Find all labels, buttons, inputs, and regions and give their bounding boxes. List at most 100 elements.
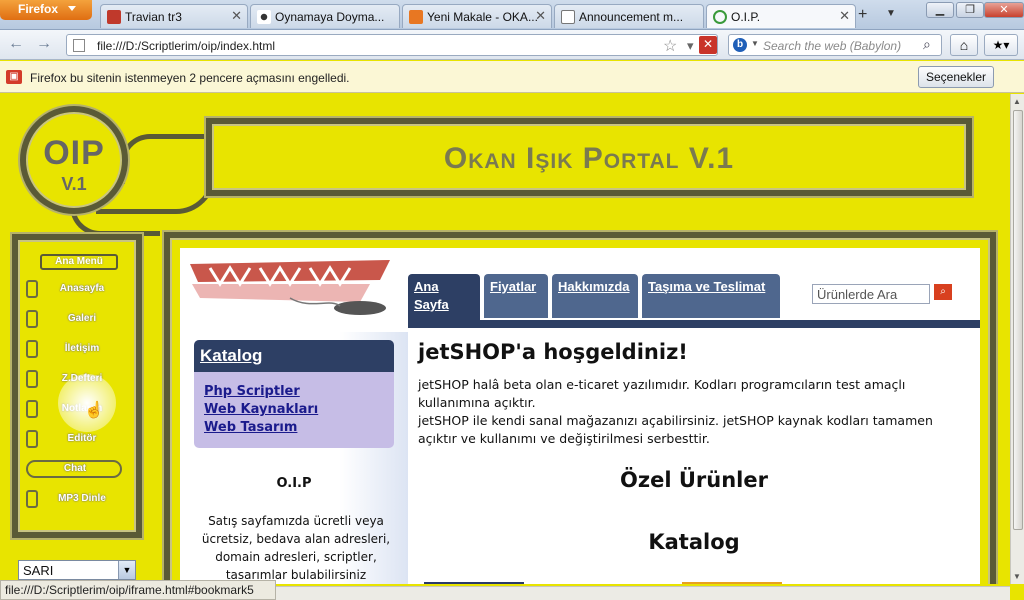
logo-version: V.1 — [61, 174, 87, 194]
site-logo[interactable]: OIP V.1 — [20, 106, 128, 214]
product-thumbnail[interactable] — [682, 582, 782, 584]
horizontal-scrollbar[interactable] — [276, 586, 1010, 600]
tab-strip: Firefox Travian tr3 ✕ Oynamaya Doyma... … — [0, 0, 1024, 30]
chevron-down-icon[interactable]: ▼ — [751, 39, 759, 48]
close-icon[interactable]: ✕ — [535, 8, 546, 24]
url-text[interactable]: file:///D:/Scriptlerim/oip/index.html — [97, 39, 275, 53]
tab-yeni-makale[interactable]: Yeni Makale - OKA... ✕ — [402, 4, 552, 28]
maximize-button[interactable]: ❐ — [956, 2, 984, 18]
shop-iframe: Ana Sayfa Fiyatlar Hakkımızda Taşıma ve … — [180, 248, 980, 584]
theme-select-value: SARI — [23, 563, 54, 578]
shop-tab-fiyatlar[interactable]: Fiyatlar — [484, 274, 548, 318]
intro-paragraph-1: jetSHOP halâ beta olan e-ticaret yazılım… — [418, 377, 906, 410]
sidebar-description: Satış sayfamızda ücretli veya ücretsiz, … — [201, 514, 391, 582]
forward-arrow-icon[interactable]: → — [36, 35, 52, 53]
catalog-link-php[interactable]: Php Scriptler — [204, 384, 300, 399]
shop-tab-label: Fiyatlar — [490, 279, 537, 294]
catalog-box: Katalog Php Scriptler Web Kaynakları Web… — [194, 340, 394, 448]
notification-text: Firefox bu sitenin istenmeyen 2 pencere … — [30, 71, 350, 85]
tab-title: Yeni Makale - OKA... — [427, 10, 538, 24]
page-content: OIP V.1 Okan Işık Portal V.1 Ana Menü An… — [0, 94, 1010, 584]
menu-item-mp3[interactable]: MP3 Dinle — [18, 488, 136, 510]
bookmark-star-icon[interactable]: ☆ — [663, 36, 677, 56]
vertical-scrollbar[interactable]: ▲ ▼ — [1010, 94, 1024, 584]
www-logo — [190, 260, 390, 315]
logo-text: OIP — [43, 134, 105, 172]
navigation-toolbar: ← → file:///D:/Scriptlerim/oip/index.htm… — [0, 30, 1024, 60]
stop-button[interactable]: ✕ — [699, 36, 717, 54]
menu-slot — [26, 490, 38, 508]
tab-title: Announcement m... — [579, 10, 684, 24]
minimize-button[interactable]: ▁ — [926, 2, 954, 18]
welcome-heading: jetSHOP'a hoşgeldiniz! — [418, 340, 688, 364]
home-button[interactable]: ⌂ — [950, 34, 978, 56]
menu-item-anasayfa[interactable]: Anasayfa — [18, 278, 136, 300]
babylon-icon[interactable]: b — [733, 38, 747, 52]
chevron-down-icon[interactable]: ▼ — [118, 561, 135, 579]
menu-slot — [26, 370, 38, 388]
close-icon[interactable]: ✕ — [839, 8, 850, 24]
theme-select[interactable]: SARI ▼ — [18, 560, 136, 580]
back-arrow-icon[interactable]: ← — [8, 35, 24, 53]
tab-title: Oynamaya Doyma... — [275, 10, 385, 24]
search-bar[interactable]: b ▼ Search the web (Babylon) ⌕ — [728, 34, 942, 56]
tab-oynamaya[interactable]: Oynamaya Doyma... — [250, 4, 400, 28]
search-icon[interactable]: ⌕ — [923, 36, 931, 53]
shop-tab-hakkimizda[interactable]: Hakkımızda — [552, 274, 638, 318]
tab-announcement[interactable]: Announcement m... — [554, 4, 704, 28]
site-favicon-icon — [409, 10, 423, 24]
menu-slot — [26, 310, 38, 328]
menu-item-label: İletişim — [64, 343, 100, 354]
menu-item-galeri[interactable]: Galeri — [18, 308, 136, 330]
bookmarks-button[interactable]: ★▾ — [984, 34, 1018, 56]
menu-item-iletisim[interactable]: İletişim — [18, 338, 136, 360]
menu-item-label: Galeri — [67, 313, 97, 324]
product-thumbnail[interactable] — [424, 582, 524, 584]
tab-title: O.I.P. — [731, 10, 761, 24]
firefox-menu-button[interactable]: Firefox — [0, 0, 92, 20]
featured-products-heading: Özel Ürünler — [620, 468, 768, 492]
url-bar[interactable]: file:///D:/Scriptlerim/oip/index.html ☆ … — [66, 34, 718, 56]
hand-cursor-icon: ☝ — [84, 402, 104, 419]
menu-item-label: MP3 Dinle — [58, 493, 106, 504]
travian-favicon-icon — [107, 10, 121, 24]
scroll-up-icon[interactable]: ▲ — [1013, 97, 1021, 106]
shop-header: Ana Sayfa Fiyatlar Hakkımızda Taşıma ve … — [180, 248, 980, 332]
shop-tab-ana-sayfa[interactable]: Ana Sayfa — [408, 274, 480, 324]
options-button[interactable]: Seçenekler — [918, 66, 994, 88]
shop-tab-tasima[interactable]: Taşıma ve Teslimat — [642, 274, 780, 318]
menu-item-label: Anasayfa — [59, 283, 105, 294]
menu-slot — [26, 430, 38, 448]
search-placeholder: Search the web (Babylon) — [763, 39, 902, 53]
menu-item-chat[interactable]: Chat — [18, 458, 136, 480]
page-icon — [73, 39, 85, 52]
chevron-down-icon — [68, 6, 76, 11]
catalog-link-web-tasarim[interactable]: Web Tasarım — [204, 420, 297, 435]
dropdown-arrow-icon[interactable]: ▾ — [687, 38, 694, 54]
menu-header: Ana Menü — [40, 254, 118, 270]
catalog-title[interactable]: Katalog — [194, 340, 394, 372]
home-icon: ⌂ — [959, 37, 969, 53]
title-banner: Okan Işık Portal V.1 — [206, 118, 972, 196]
shop-tab-label: Ana Sayfa — [414, 279, 449, 312]
menu-slot — [26, 280, 38, 298]
site-favicon-icon — [257, 10, 271, 24]
menu-item-label: Editör — [67, 433, 97, 444]
product-search-input[interactable]: Ürünlerde Ara — [812, 284, 930, 304]
content-frame: Ana Sayfa Fiyatlar Hakkımızda Taşıma ve … — [164, 232, 996, 584]
window-close-button[interactable]: ✕ — [984, 2, 1024, 18]
decorative-cable — [120, 134, 210, 184]
search-icon[interactable]: ⌕ — [934, 284, 952, 300]
tab-list-icon[interactable]: ▼ — [886, 8, 896, 19]
scroll-down-icon[interactable]: ▼ — [1013, 572, 1021, 581]
scrollbar-thumb[interactable] — [1013, 110, 1023, 530]
status-bar: file:///D:/Scriptlerim/oip/iframe.html#b… — [0, 580, 276, 600]
page-favicon-icon — [561, 10, 575, 24]
new-tab-button[interactable]: + — [858, 6, 867, 24]
tab-oip[interactable]: O.I.P. ✕ — [706, 4, 856, 28]
close-icon[interactable]: ✕ — [231, 8, 242, 24]
shop-tab-bar — [408, 320, 980, 328]
catalog-link-web-kaynaklari[interactable]: Web Kaynakları — [204, 402, 318, 417]
menu-item-editor[interactable]: Editör — [18, 428, 136, 450]
tab-travian[interactable]: Travian tr3 ✕ — [100, 4, 248, 28]
